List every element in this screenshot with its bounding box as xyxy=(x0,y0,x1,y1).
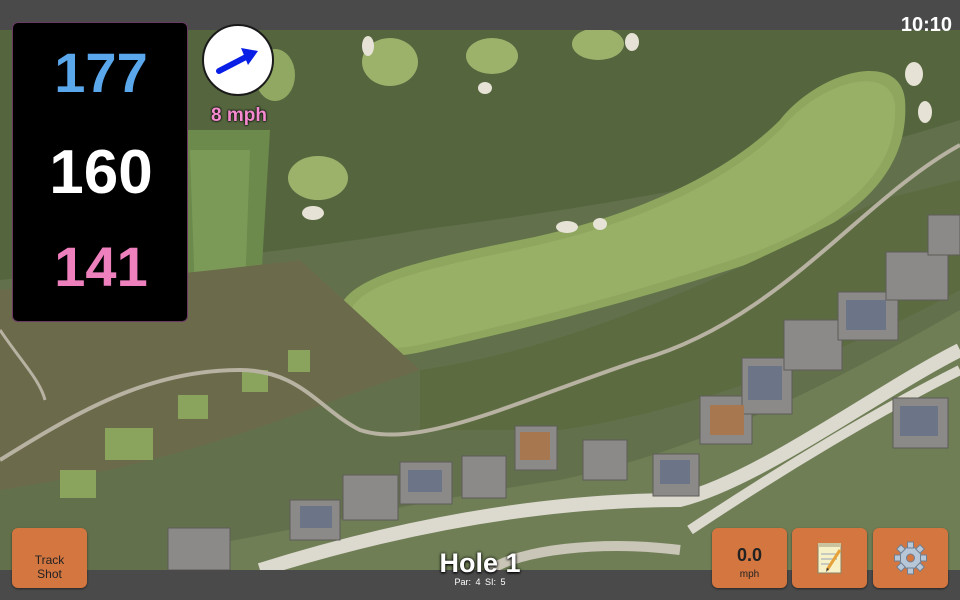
wind-speed-label: 8 mph xyxy=(211,105,267,126)
middle-distance: 160 xyxy=(49,138,153,207)
notepad-icon xyxy=(817,543,842,574)
front-distance: 141 xyxy=(54,235,148,298)
back-distance: 177 xyxy=(54,41,148,104)
hole-title: Hole 1 xyxy=(439,548,521,578)
notes-button[interactable] xyxy=(792,528,867,588)
track-shot-button[interactable]: Track Shot xyxy=(12,528,87,588)
gear-icon xyxy=(894,541,927,575)
arrow-right-icon xyxy=(216,48,258,74)
track-shot-label-line1: Track xyxy=(34,552,65,567)
track-shot-label-line2: Shot xyxy=(37,566,62,581)
wind-speed-button[interactable]: 0.0 mph xyxy=(712,528,787,588)
settings-button[interactable] xyxy=(873,528,948,588)
par-label: Par: 4 xyxy=(454,577,481,587)
hole-info: Par: 4 SI: 5 xyxy=(380,577,580,588)
wind-direction-indicator xyxy=(202,24,274,96)
clock: 10:10 xyxy=(900,14,952,36)
stroke-index-label: SI: 5 xyxy=(485,577,506,587)
distance-panel: 177 160 141 xyxy=(12,22,188,322)
wind-speed-value: 0.0 xyxy=(736,545,763,565)
wind-speed-unit: mph xyxy=(739,569,760,580)
